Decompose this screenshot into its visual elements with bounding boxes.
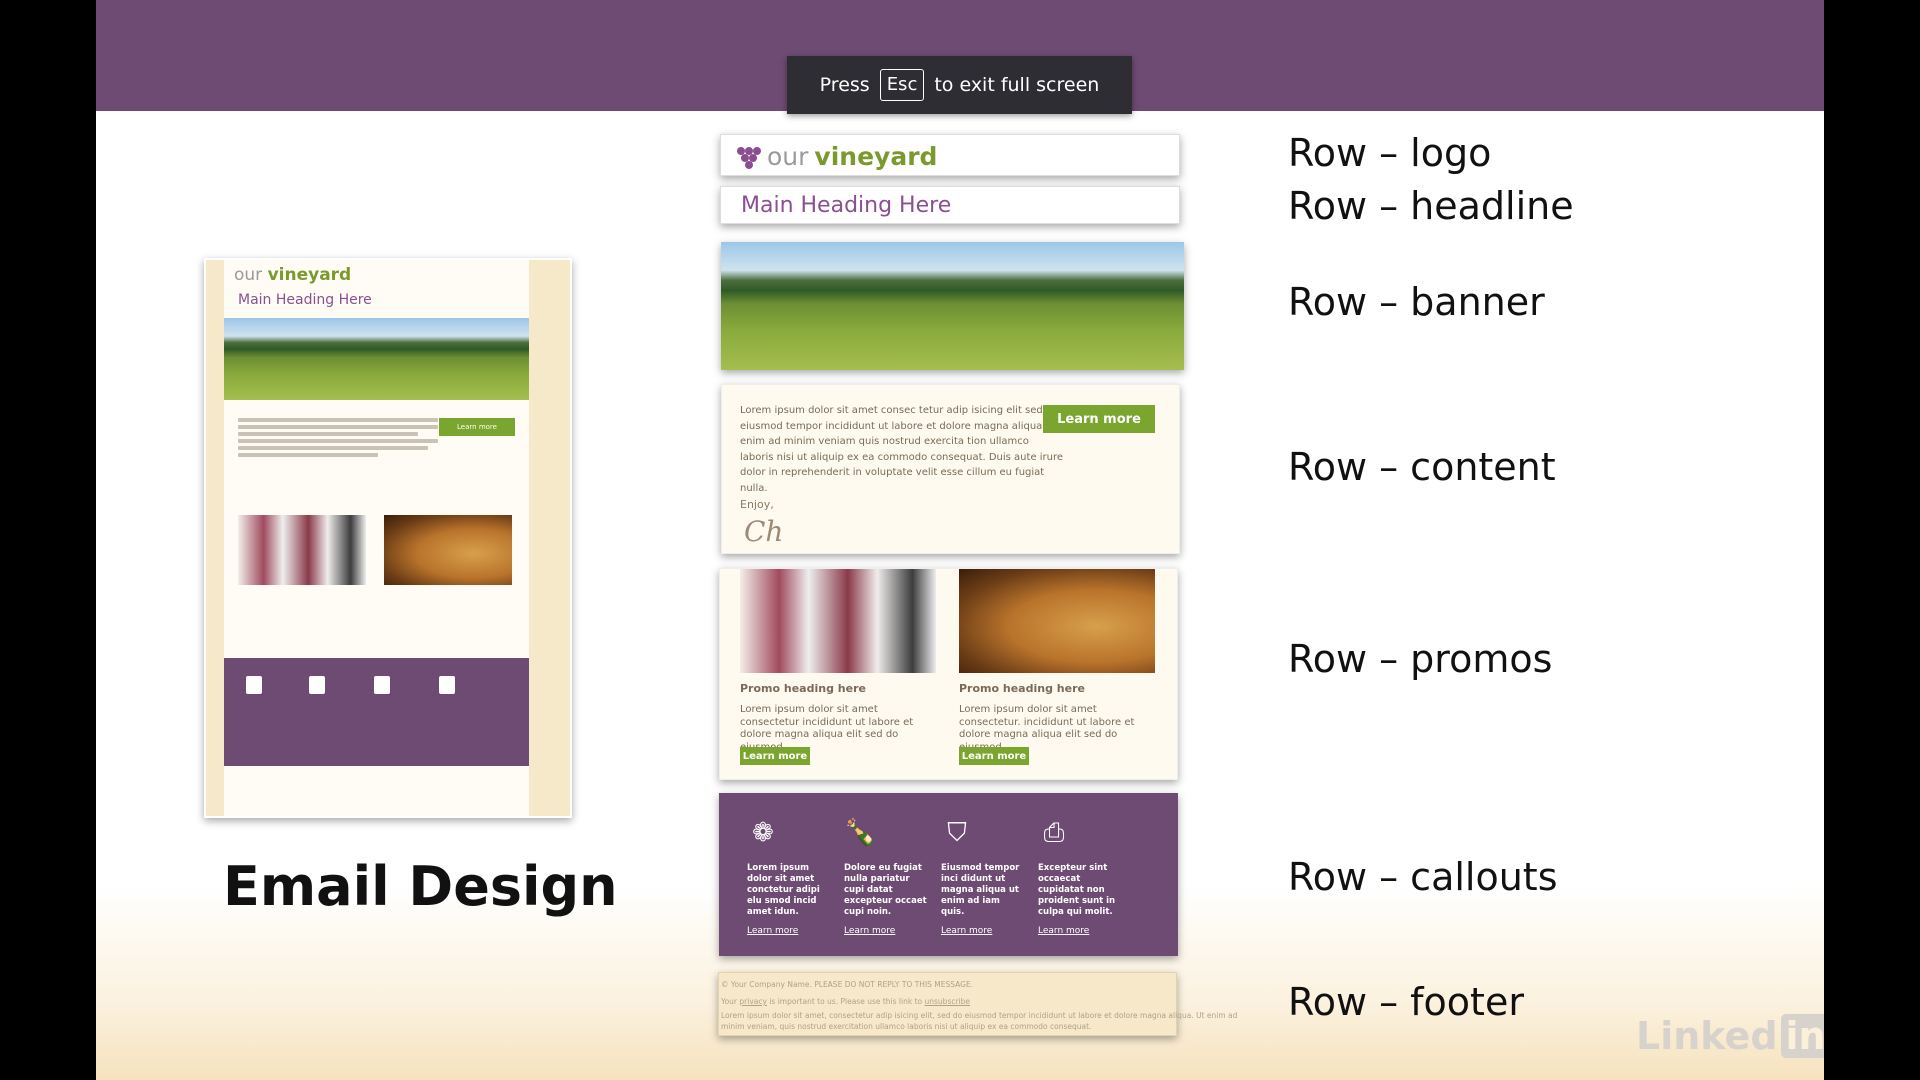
callout-item: ❁ Lorem ipsum dolor sit amet conctetur a… (747, 817, 831, 936)
preview-heading: Main Heading Here (238, 292, 372, 308)
callout-item: ⎙ Excepteur sint occaecat cupidatat non … (1038, 817, 1122, 936)
wine-bottle-icon: 🍾 (844, 818, 877, 848)
row-banner-vineyard-image (721, 242, 1184, 370)
email-preview: our vineyard Main Heading Here Learn mor… (204, 258, 572, 818)
main-heading: Main Heading Here (741, 193, 952, 218)
caption-email-design: Email Design (223, 855, 618, 918)
row-callouts: ❁ Lorem ipsum dolor sit amet conctetur a… (719, 793, 1178, 956)
grapes-icon (735, 143, 761, 171)
esc-key: Esc (879, 69, 925, 101)
callout-learn-more-link[interactable]: Learn more (844, 926, 928, 936)
linkedin-logo: Linked in (1636, 1014, 1824, 1058)
fullscreen-exit-notice: Press Esc to exit full screen (787, 56, 1132, 114)
logo-bold-text: vineyard (814, 142, 938, 171)
label-row-footer: Row – footer (1288, 980, 1524, 1024)
logo: our vineyard (735, 142, 937, 171)
promo-item: Promo heading here Lorem ipsum dolor sit… (740, 569, 940, 781)
logo-light-text: our (234, 265, 263, 285)
preview-content-text (238, 415, 438, 460)
label-row-logo: Row – logo (1288, 131, 1492, 175)
callout-item: 🍾 Dolore eu fugiat nulla pariatur cupi d… (844, 817, 928, 936)
callout-text: Dolore eu fugiat nulla pariatur cupi dat… (844, 863, 927, 917)
callout-text: Lorem ipsum dolor sit amet conctetur adi… (747, 863, 820, 917)
preview-logo: our vineyard (234, 265, 351, 285)
footer-text: minim veniam, quis nostrud exercitation … (721, 1022, 1092, 1031)
footer-privacy-line: Your privacy is important to us. Please … (721, 997, 971, 1006)
content-paragraph: Lorem ipsum dolor sit amet consec tetur … (740, 405, 1064, 494)
promo-learn-more-button[interactable]: Learn more (740, 747, 810, 765)
slide: Press Esc to exit full screen our vineya… (96, 0, 1824, 1080)
row-content: Lorem ipsum dolor sit amet consec tetur … (721, 384, 1180, 554)
enjoy-text: Enjoy, (740, 498, 774, 511)
promo-image-wine-glasses (740, 569, 936, 673)
footer-copyright: © Your Company Name. PLEASE DO NOT REPLY… (721, 980, 974, 989)
promo-learn-more-button[interactable]: Learn more (959, 747, 1029, 765)
promo-image-barrels (959, 569, 1155, 673)
promo-item: Promo heading here Lorem ipsum dolor sit… (959, 569, 1159, 781)
unsubscribe-link[interactable]: unsubscribe (925, 997, 971, 1006)
label-row-banner: Row – banner (1288, 280, 1545, 324)
press-text: Press (819, 74, 870, 96)
logo-bold-text: vineyard (267, 265, 352, 285)
footer-text: Lorem ipsum dolor sit amet, consectetur … (721, 1011, 1238, 1020)
row-footer: © Your Company Name. PLEASE DO NOT REPLY… (718, 972, 1237, 1036)
label-row-content: Row – content (1288, 445, 1556, 489)
preview-callouts (224, 658, 529, 766)
privacy-link[interactable]: privacy (739, 997, 767, 1006)
learn-more-button[interactable]: Learn more (1043, 405, 1155, 433)
preview-learn-more-button: Learn more (439, 418, 515, 436)
signature: Ch (744, 515, 784, 548)
email-preview-body: our vineyard Main Heading Here Learn mor… (224, 260, 529, 816)
callout-learn-more-link[interactable]: Learn more (1038, 926, 1122, 936)
callout-learn-more-link[interactable]: Learn more (747, 926, 831, 936)
preview-promo-image-barrels (384, 515, 512, 585)
callout-item: ⛉ Eiusmod tempor inci didunt ut magna al… (941, 817, 1025, 936)
preview-promo-image-glasses (238, 515, 366, 585)
grapes-icon: ❁ (752, 818, 774, 848)
callout-learn-more-link[interactable]: Learn more (941, 926, 1025, 936)
label-row-headline: Row – headline (1288, 184, 1574, 228)
basket-icon: ⛉ (947, 818, 967, 848)
callout-text: Excepteur sint occaecat cupidatat non pr… (1038, 863, 1116, 917)
callout-text: Eiusmod tempor inci didunt ut magna aliq… (941, 863, 1020, 917)
label-row-callouts: Row – callouts (1288, 855, 1558, 899)
promo-heading: Promo heading here (740, 682, 866, 695)
row-promos: Promo heading here Lorem ipsum dolor sit… (719, 568, 1178, 780)
preview-banner-image (224, 318, 529, 400)
row-headline: Main Heading Here (720, 186, 1180, 224)
logo-light-text: our (767, 142, 809, 171)
row-logo: our vineyard (720, 134, 1180, 176)
exit-text: to exit full screen (934, 74, 1100, 96)
camera-icon: ⎙ (1043, 818, 1065, 848)
label-row-promos: Row – promos (1288, 637, 1553, 681)
promo-heading: Promo heading here (959, 682, 1085, 695)
